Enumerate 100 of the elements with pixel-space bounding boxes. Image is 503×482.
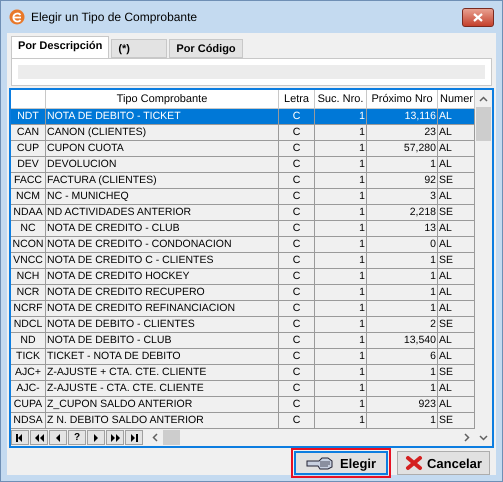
table-cell: CANON (CLIENTES) — [46, 125, 279, 141]
table-cell: C — [279, 333, 315, 349]
table-cell: C — [279, 109, 315, 125]
table-cell: ND — [11, 333, 46, 349]
table-cell: CUPON CUOTA — [46, 141, 279, 157]
table-cell: C — [279, 253, 315, 269]
table-cell: 1 — [315, 397, 367, 413]
table-cell: 13,116 — [367, 109, 438, 125]
column-header[interactable]: Numer — [438, 90, 475, 109]
table-cell: ND ACTIVIDADES ANTERIOR — [46, 205, 279, 221]
table-cell: NOTA DE CREDITO - CONDONACION — [46, 237, 279, 253]
navigator-button[interactable] — [49, 430, 67, 445]
table-cell: FACTURA (CLIENTES) — [46, 173, 279, 189]
table-cell: CUPA — [11, 397, 46, 413]
scroll-thumb[interactable] — [476, 107, 491, 141]
table-cell: 1 — [315, 253, 367, 269]
navigator-button[interactable] — [106, 430, 124, 445]
table-cell: C — [279, 413, 315, 429]
cancel-button[interactable]: Cancelar — [397, 451, 490, 475]
table-cell: C — [279, 285, 315, 301]
close-icon — [472, 12, 484, 22]
table-cell: C — [279, 173, 315, 189]
table-cell: C — [279, 349, 315, 365]
table-cell: C — [279, 157, 315, 173]
table-cell: 1 — [315, 109, 367, 125]
last-icon — [128, 432, 140, 442]
navigator-button[interactable] — [11, 430, 29, 445]
table-cell: C — [279, 365, 315, 381]
navigator-button[interactable] — [30, 430, 48, 445]
table-cell: NC — [11, 221, 46, 237]
table-cell: 1 — [367, 413, 438, 429]
table-cell: SE — [438, 205, 475, 221]
table-cell: 1 — [367, 381, 438, 397]
scroll-thumb[interactable] — [163, 430, 180, 445]
table-cell: 13,540 — [367, 333, 438, 349]
navigator-button[interactable] — [125, 430, 143, 445]
vertical-scrollbar[interactable] — [475, 90, 492, 429]
table-cell: NDSA — [11, 413, 46, 429]
table-cell: 1 — [315, 205, 367, 221]
tab[interactable]: Por Descripción — [11, 36, 110, 58]
table-cell: AL — [438, 349, 475, 365]
table-cell: 1 — [315, 285, 367, 301]
navigator-button[interactable] — [87, 430, 105, 445]
column-header[interactable]: Tipo Comprobante — [46, 90, 279, 109]
table-cell: 57,280 — [367, 141, 438, 157]
window-title: Elegir un Tipo de Comprobante — [31, 10, 198, 24]
fast-forward-icon — [110, 432, 120, 442]
table-cell: DEV — [11, 157, 46, 173]
column-header[interactable]: Suc. Nro. — [315, 90, 367, 109]
table-cell: 1 — [367, 301, 438, 317]
rewind-icon — [34, 432, 44, 442]
table-cell: NDAA — [11, 205, 46, 221]
table-cell: C — [279, 221, 315, 237]
table-cell: AL — [438, 125, 475, 141]
table-cell: NOTA DE DEBITO - CLUB — [46, 333, 279, 349]
table-cell: 1 — [315, 413, 367, 429]
table-cell: 923 — [367, 397, 438, 413]
column-header[interactable]: Próximo Nro — [367, 90, 438, 109]
column-header[interactable]: Letra — [279, 90, 315, 109]
table-cell: 1 — [315, 221, 367, 237]
table-cell: 1 — [315, 365, 367, 381]
app-logo-icon — [9, 9, 25, 25]
table-cell: C — [279, 269, 315, 285]
table-cell: AL — [438, 269, 475, 285]
tab[interactable]: (*) — [111, 39, 168, 58]
table-cell: 1 — [315, 141, 367, 157]
table-cell: C — [279, 397, 315, 413]
table-cell: AL — [438, 189, 475, 205]
scroll-down-icon — [479, 434, 488, 440]
table-cell: 1 — [315, 237, 367, 253]
table-cell: NCM — [11, 189, 46, 205]
table-cell: Z N. DEBITO SALDO ANTERIOR — [46, 413, 279, 429]
table-cell: NCH — [11, 269, 46, 285]
table-cell: NOTA DE CREDITO REFINANCIACION — [46, 301, 279, 317]
table-cell: 23 — [367, 125, 438, 141]
table-cell: 1 — [315, 381, 367, 397]
table-cell: 1 — [315, 189, 367, 205]
table-cell: SE — [438, 253, 475, 269]
table-cell: NOTA DE DEBITO - TICKET — [46, 109, 279, 125]
cross-icon — [405, 454, 424, 472]
table-cell: SE — [438, 317, 475, 333]
table-cell: Z-AJUSTE - CTA. CTE. CLIENTE — [46, 381, 279, 397]
table-cell: C — [279, 141, 315, 157]
table-cell: FACC — [11, 173, 46, 189]
table-cell: TICKET - NOTA DE DEBITO — [46, 349, 279, 365]
table-cell: TICK — [11, 349, 46, 365]
table-cell: 1 — [315, 125, 367, 141]
tab[interactable]: Por Código — [169, 39, 243, 58]
navigator-button[interactable]: ? — [68, 430, 86, 445]
table-cell: 1 — [315, 317, 367, 333]
table-cell: C — [279, 237, 315, 253]
table-cell: AL — [438, 301, 475, 317]
table-cell: AL — [438, 157, 475, 173]
table-cell: Z_CUPON SALDO ANTERIOR — [46, 397, 279, 413]
table-cell: AL — [438, 397, 475, 413]
table-cell: 1 — [315, 269, 367, 285]
scroll-right-icon — [464, 433, 470, 442]
table-cell: VNCC — [11, 253, 46, 269]
choose-button[interactable]: Elegir — [294, 451, 388, 475]
close-button[interactable] — [462, 8, 494, 26]
